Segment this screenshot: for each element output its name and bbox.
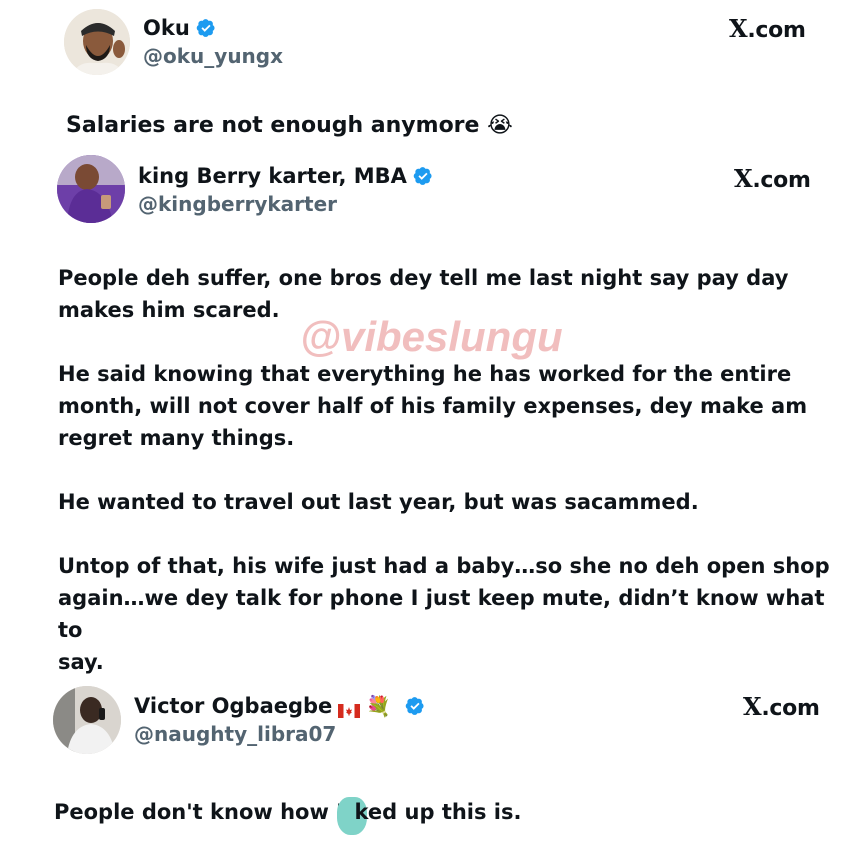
source-x-com[interactable]: X.com [734,164,811,193]
source-domain-text: .com [761,696,820,721]
verified-badge-icon [196,19,215,37]
source-label: X.com [743,692,820,721]
bouquet-emoji: 💐 [366,694,392,718]
avatar-victor-image [53,686,121,754]
tweet-text-oku: Salaries are not enough anymore 😭 [66,110,513,142]
verified-badge-icon [413,167,432,185]
tweet-paragraph-3: He wanted to travel out last year, but w… [58,490,699,514]
source-x-com[interactable]: X.com [743,692,820,721]
display-name-text: Oku [143,16,190,40]
source-domain-text: .com [752,168,811,193]
canada-flag-icon [338,699,361,718]
display-name-text: Victor Ogbaegbe [134,694,333,718]
x-logo-icon: X [743,692,762,721]
tweet-text-part-2: ked up this is. [354,800,522,824]
display-name-oku[interactable]: Oku [143,16,216,40]
handle-victor[interactable]: @naughty_libra07 [134,722,336,746]
tweet-text-part-1: People don't know how F [54,800,351,824]
display-name-victor[interactable]: Victor Ogbaegbe 💐 [134,694,425,718]
tweet-text-victor: People don't know how F ked up this is. [54,793,522,835]
avatar-victor[interactable] [53,686,121,754]
tweet-paragraph-4: Untop of that, his wife just had a baby…… [58,554,830,674]
source-x-com[interactable]: X.com [729,14,806,43]
verified-badge-icon [405,697,424,715]
source-label: X.com [734,164,811,193]
display-name-text: king Berry karter, MBA [138,164,407,188]
handle-oku[interactable]: @oku_yungx [143,44,283,68]
avatar-oku[interactable] [64,9,130,75]
tweet-text: Salaries are not enough anymore [66,113,480,138]
source-label: X.com [729,14,806,43]
crying-face-emoji: 😭 [487,113,513,138]
avatar-kingberry-image [57,155,125,223]
x-logo-icon: X [729,14,748,43]
avatar-oku-image [64,9,130,75]
handle-kingberry[interactable]: @kingberrykarter [138,192,337,216]
display-name-kingberry[interactable]: king Berry karter, MBA [138,164,433,188]
source-domain-text: .com [747,18,806,43]
x-logo-icon: X [734,164,753,193]
watermark: @vibeslungu [300,313,563,360]
tweet-paragraph-2: He said knowing that everything he has w… [58,362,808,450]
avatar-kingberry[interactable] [57,155,125,223]
